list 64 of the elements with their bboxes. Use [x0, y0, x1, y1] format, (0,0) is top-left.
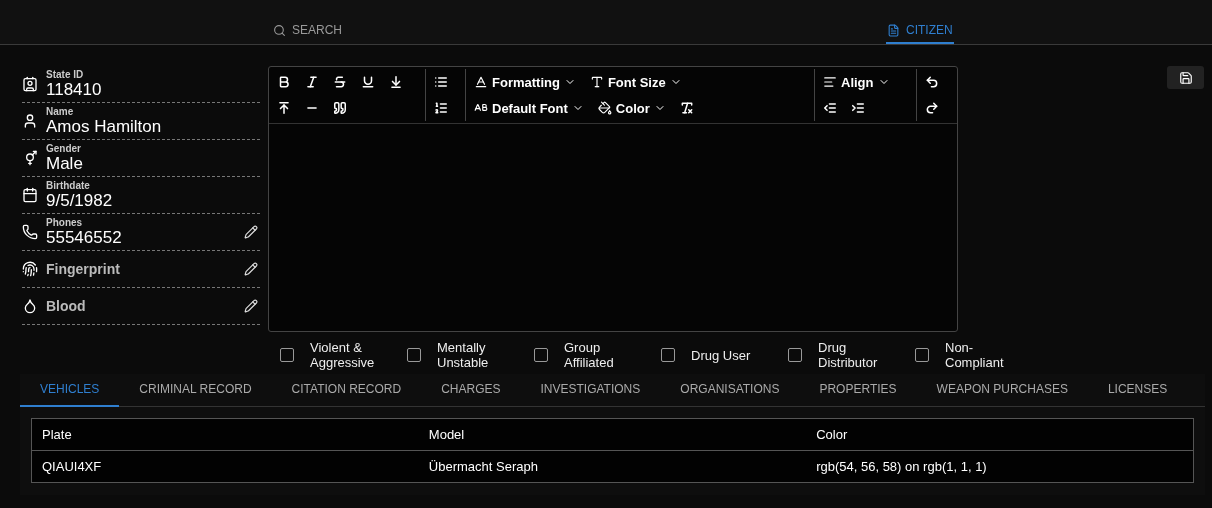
- toolbar-dropdown[interactable]: Align: [821, 72, 892, 92]
- tab[interactable]: ORGANISATIONS: [660, 374, 800, 407]
- table-cell: QIAUI4XF: [31, 450, 419, 483]
- font-size-icon: [589, 75, 604, 89]
- checkbox[interactable]: [788, 348, 802, 362]
- droplet-icon: [22, 298, 38, 314]
- tab[interactable]: LICENSES: [1087, 374, 1188, 407]
- nav-tab[interactable]: CITIZEN: [886, 18, 954, 44]
- field-label: Name: [46, 106, 75, 117]
- id-icon: [22, 76, 38, 92]
- column-header: Plate: [31, 418, 419, 451]
- checkbox[interactable]: [915, 348, 929, 362]
- text-editor[interactable]: Formatting Font Size Default Font Color Align: [268, 66, 958, 332]
- edit-icon[interactable]: [244, 299, 258, 313]
- checkbox-label: Drug User: [691, 347, 752, 363]
- checkbox[interactable]: [534, 348, 548, 362]
- tab[interactable]: WEAPON PURCHASES: [916, 374, 1088, 407]
- field-value: Blood: [46, 298, 87, 314]
- edit-icon[interactable]: [244, 225, 258, 239]
- table-cell: rgb(54, 56, 58) on rgb(1, 1, 1): [806, 450, 1194, 483]
- field-value: 118410: [46, 79, 103, 99]
- field-value: Male: [46, 153, 84, 173]
- field-value: 55546552: [46, 227, 123, 247]
- table-cell: Übermacht Seraph: [418, 450, 807, 483]
- tab[interactable]: CITATION RECORD: [271, 374, 422, 407]
- text-color-icon: [474, 75, 488, 89]
- field-value: Amos Hamilton: [46, 116, 163, 136]
- toolbar-dropdown[interactable]: Default Font: [472, 98, 586, 118]
- save-icon: [1178, 70, 1193, 85]
- align-left-icon: [823, 75, 837, 89]
- checkbox-label: Violent & Aggressive: [310, 340, 376, 370]
- checkbox[interactable]: [661, 348, 675, 362]
- save-button[interactable]: [1167, 66, 1204, 89]
- toolbar-dropdown[interactable]: Font Size: [587, 72, 684, 92]
- toolbar-dropdown[interactable]: Color: [595, 98, 668, 118]
- tab[interactable]: CHARGES: [421, 374, 521, 407]
- field-value: Fingerprint: [46, 261, 121, 277]
- edit-icon[interactable]: [244, 262, 258, 276]
- search-icon: [273, 23, 286, 37]
- column-header: Color: [806, 418, 1194, 451]
- field-label: State ID: [46, 69, 85, 80]
- nav-tab[interactable]: SEARCH: [272, 18, 343, 44]
- tab[interactable]: PROPERTIES: [799, 374, 917, 407]
- checkbox[interactable]: [280, 348, 294, 362]
- tab[interactable]: INVESTIGATIONS: [520, 374, 661, 407]
- fingerprint-icon: [22, 261, 38, 277]
- field-value: 9/5/1982: [46, 190, 114, 210]
- checkbox-label: Non-Compliant: [945, 340, 1005, 370]
- tab[interactable]: CRIMINAL RECORD: [119, 374, 272, 407]
- field-label: Birthdate: [46, 180, 91, 191]
- phone-icon: [22, 224, 38, 240]
- quote-icon[interactable]: [331, 99, 349, 117]
- checkbox[interactable]: [407, 348, 421, 362]
- calendar-icon: [22, 187, 38, 203]
- paint-bucket-icon: [597, 101, 612, 115]
- checkbox-label: Group Affiliated: [564, 340, 615, 370]
- toolbar-dropdown[interactable]: Formatting: [472, 72, 578, 92]
- document-icon: [887, 23, 900, 37]
- checkbox-label: Mentally Unstable: [437, 340, 490, 370]
- checkbox-label: Drug Distributor: [818, 340, 879, 370]
- field-label: Phones: [46, 217, 84, 228]
- column-header: Model: [418, 418, 807, 451]
- field-label: Gender: [46, 143, 82, 154]
- person-icon: [22, 113, 38, 129]
